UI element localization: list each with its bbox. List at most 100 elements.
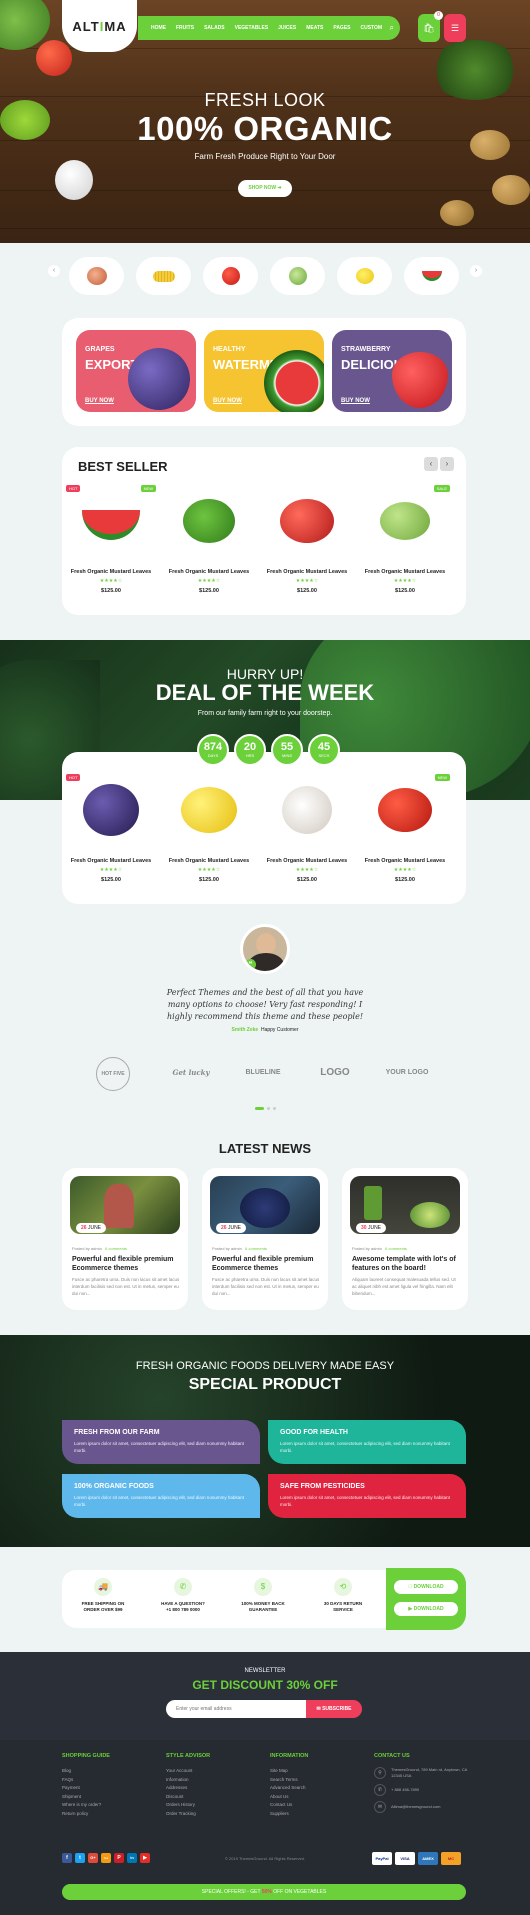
special-card-pesticides[interactable]: SAFE FROM PESTICIDES Lorem ipsum dolor s… <box>268 1474 466 1518</box>
feature-return: ⟲ 30 DAYS RETURN SERVICE <box>308 1578 378 1613</box>
footer-link[interactable]: Addresses <box>166 1784 210 1793</box>
newsletter-email-input[interactable] <box>166 1700 306 1718</box>
product-name[interactable]: Fresh Organic Mustard Leaves <box>262 569 352 575</box>
garlic-decoration <box>55 160 93 200</box>
cart-button[interactable]: 🛍 0 <box>418 11 443 42</box>
nav-pages[interactable]: PAGES <box>328 25 355 31</box>
footer-link[interactable]: Shipment <box>62 1793 110 1802</box>
best-seller-next[interactable]: › <box>440 457 454 471</box>
footer-link[interactable]: Orders History <box>166 1801 210 1810</box>
footer-link[interactable]: Advanced Search <box>270 1784 308 1793</box>
news-title[interactable]: Awesome template with lot's of features … <box>352 1255 460 1273</box>
special-card-organic[interactable]: 100% ORGANIC FOODS Lorem ipsum dolor sit… <box>62 1474 260 1518</box>
product-card[interactable]: HOT NEW Fresh Organic Mustard Leaves ★★★★… <box>66 485 156 594</box>
footer-link[interactable]: FAQs <box>62 1776 110 1785</box>
nav-vegetables[interactable]: VEGETABLES <box>230 25 274 31</box>
shop-now-button[interactable]: SHOP NOW ➜ <box>238 180 292 197</box>
brand-logo-3[interactable]: BLUELINE <box>238 1057 288 1087</box>
footer-link[interactable]: Payment <box>62 1784 110 1793</box>
product-name[interactable]: Fresh Organic Mustard Leaves <box>66 569 156 575</box>
promo-grapes[interactable]: GRAPES EXPORTED BUY NOW <box>76 330 196 412</box>
deal-product-card[interactable]: NEW Fresh Organic Mustard Leaves ★★★★☆ $… <box>360 774 450 883</box>
product-card[interactable]: Fresh Organic Mustard Leaves ★★★★☆ $125.… <box>164 485 254 594</box>
footer-column-information: INFORMATION Site Map Search Terms Advanc… <box>270 1753 308 1818</box>
grapes-image <box>128 348 190 410</box>
brand-logo-5[interactable]: YOUR LOGO <box>382 1057 432 1087</box>
news-title[interactable]: Powerful and flexible premium Ecommerce … <box>212 1255 320 1273</box>
product-name[interactable]: Fresh Organic Mustard Leaves <box>164 858 254 864</box>
nav-custom[interactable]: CUSTOM <box>356 25 388 31</box>
promo-watermelon[interactable]: HEALTHY WATERMELON BUY NOW <box>204 330 324 412</box>
site-logo[interactable]: ALT I MA <box>62 0 137 52</box>
brand-carousel-dots[interactable] <box>255 1107 276 1110</box>
nav-juices[interactable]: JUICES <box>273 25 301 31</box>
brand-logo-1[interactable]: HOT FIVE <box>96 1057 130 1091</box>
nav-salads[interactable]: SALADS <box>199 25 230 31</box>
news-excerpt: Fusce ac pharetra urna. Duis non lacus s… <box>72 1277 180 1296</box>
product-price: $125.00 <box>297 588 317 594</box>
brand-logo-2[interactable]: Get lucky <box>166 1057 216 1087</box>
footer-link[interactable]: Where is my order? <box>62 1801 110 1810</box>
promo-label: STRAWBERRY <box>341 346 391 353</box>
hot-tag: HOT <box>66 774 81 781</box>
news-card[interactable]: 30 JUNE Posted by admin 6 comments Aweso… <box>342 1168 468 1310</box>
footer-link[interactable]: Suppliers <box>270 1810 308 1819</box>
category-prev-arrow[interactable]: ‹ <box>48 265 60 277</box>
footer-link[interactable]: Site Map <box>270 1767 308 1776</box>
news-title[interactable]: Powerful and flexible premium Ecommerce … <box>72 1255 180 1273</box>
product-card[interactable]: SALE Fresh Organic Mustard Leaves ★★★★☆ … <box>360 485 450 594</box>
promo-cta[interactable]: BUY NOW <box>85 398 114 404</box>
search-icon[interactable]: ⌕ <box>390 23 394 33</box>
subscribe-button[interactable]: ✉ SUBSCRIBE <box>306 1700 362 1718</box>
promo-cta[interactable]: BUY NOW <box>213 398 242 404</box>
deal-product-card[interactable]: Fresh Organic Mustard Leaves ★★★★☆ $125.… <box>164 774 254 883</box>
product-name[interactable]: Fresh Organic Mustard Leaves <box>360 858 450 864</box>
footer-link[interactable]: Search Terms <box>270 1776 308 1785</box>
nav-fruits[interactable]: FRUITS <box>171 25 199 31</box>
product-name[interactable]: Fresh Organic Mustard Leaves <box>360 569 450 575</box>
contact-phone[interactable]: + 888 456-7890 <box>391 1787 419 1793</box>
nav-home[interactable]: HOME <box>146 25 171 31</box>
product-card[interactable]: Fresh Organic Mustard Leaves ★★★★☆ $125.… <box>262 485 352 594</box>
category-watermelon[interactable] <box>404 257 459 295</box>
product-name[interactable]: Fresh Organic Mustard Leaves <box>164 569 254 575</box>
contact-email[interactable]: Altima@themesground.com <box>391 1804 440 1810</box>
product-rating: ★★★★☆ <box>295 578 319 584</box>
category-cabbage[interactable] <box>270 257 325 295</box>
news-card[interactable]: 26 JUNE Posted by admin 6 comments Power… <box>62 1168 188 1310</box>
download-android-button[interactable]: ▶ DOWNLOAD <box>394 1602 458 1616</box>
potato-decoration-2 <box>492 175 530 205</box>
deal-products-box: HOT Fresh Organic Mustard Leaves ★★★★☆ $… <box>62 752 466 904</box>
footer-link[interactable]: Order Tracking <box>166 1810 210 1819</box>
category-onion[interactable] <box>69 257 124 295</box>
footer-link[interactable]: Information <box>166 1776 210 1785</box>
best-seller-prev[interactable]: ‹ <box>424 457 438 471</box>
special-offer-bar[interactable]: SPECIAL OFFERS! - GET 50% OFF ON VEGETAB… <box>62 1884 466 1900</box>
download-ios-button[interactable]:  DOWNLOAD <box>394 1580 458 1594</box>
product-price: $125.00 <box>297 877 317 883</box>
footer-link[interactable]: Return policy <box>62 1810 110 1819</box>
category-tomato[interactable] <box>203 257 258 295</box>
news-card[interactable]: 26 JUNE Posted by admin 6 comments Power… <box>202 1168 328 1310</box>
mastercard-icon: MC <box>441 1852 461 1865</box>
footer-link[interactable]: About Us <box>270 1793 308 1802</box>
category-lemon[interactable] <box>337 257 392 295</box>
footer-link[interactable]: Blog <box>62 1767 110 1776</box>
product-name[interactable]: Fresh Organic Mustard Leaves <box>262 858 352 864</box>
special-card-health[interactable]: GOOD FOR HEALTH Lorem ipsum dolor sit am… <box>268 1420 466 1464</box>
deal-product-card[interactable]: HOT Fresh Organic Mustard Leaves ★★★★☆ $… <box>66 774 156 883</box>
product-name[interactable]: Fresh Organic Mustard Leaves <box>66 858 156 864</box>
onion-icon <box>86 267 107 285</box>
menu-button[interactable]: ☰ <box>444 14 466 42</box>
brand-logo-4[interactable]: LOGO <box>310 1057 360 1087</box>
promo-cta[interactable]: BUY NOW <box>341 398 370 404</box>
nav-meats[interactable]: MEATS <box>301 25 328 31</box>
category-next-arrow[interactable]: › <box>470 265 482 277</box>
footer-link[interactable]: Contact Us <box>270 1801 308 1810</box>
footer-link[interactable]: Discount <box>166 1793 210 1802</box>
special-card-farm[interactable]: FRESH FROM OUR FARM Lorem ipsum dolor si… <box>62 1420 260 1464</box>
footer-link[interactable]: Your Account <box>166 1767 210 1776</box>
deal-product-card[interactable]: Fresh Organic Mustard Leaves ★★★★☆ $125.… <box>262 774 352 883</box>
promo-strawberry[interactable]: STRAWBERRY DELICIOUS BUY NOW <box>332 330 452 412</box>
category-corn[interactable] <box>136 257 191 295</box>
